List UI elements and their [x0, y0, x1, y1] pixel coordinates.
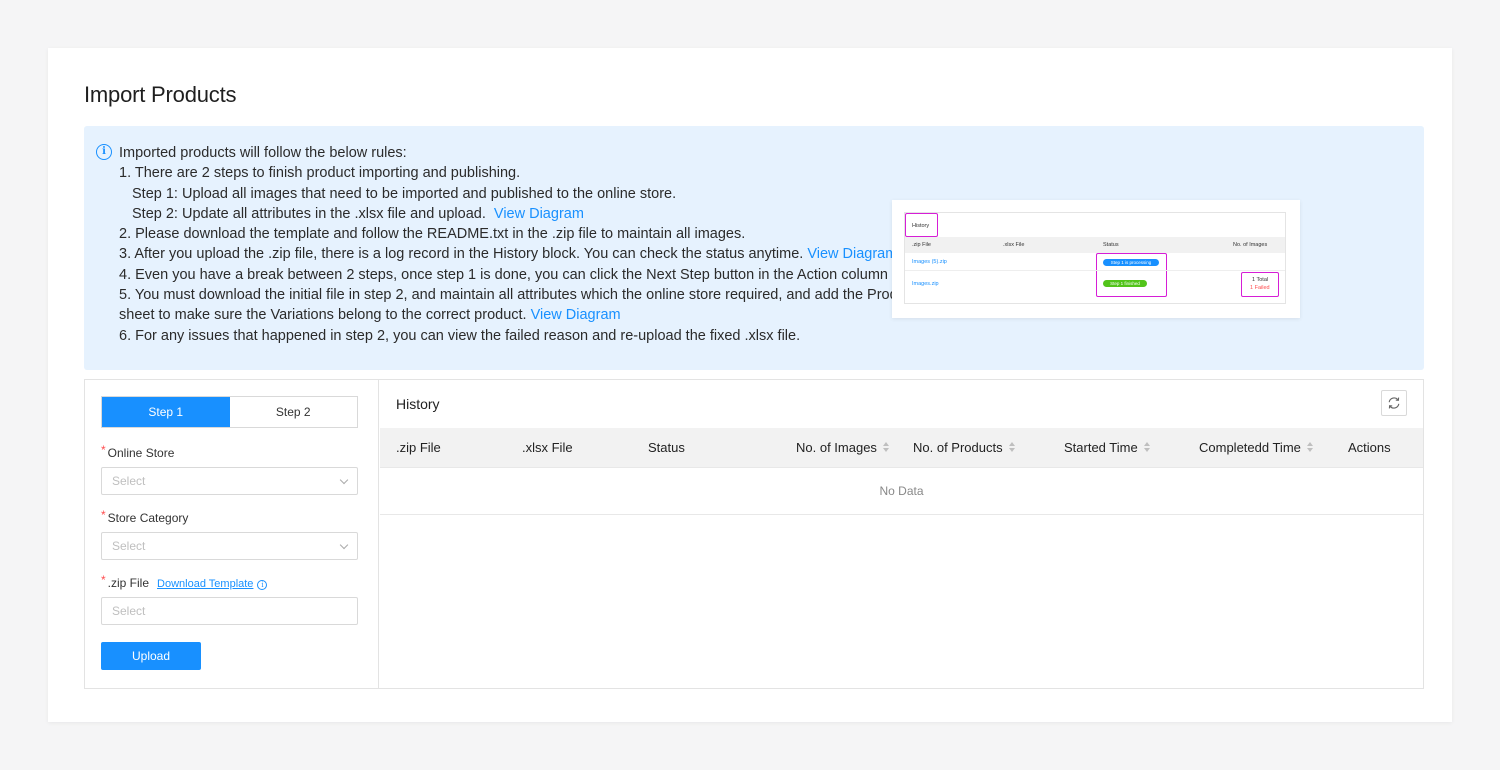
- history-diagram-popover: History .zip File .xlsx File Status No. …: [892, 200, 1300, 318]
- import-rules-notice: i Imported products will follow the belo…: [84, 126, 1424, 370]
- view-diagram-link-1[interactable]: View Diagram: [494, 206, 584, 222]
- diagram-col-images: No. of Images: [1233, 242, 1268, 248]
- col-completed-time[interactable]: Completedd Time: [1199, 440, 1314, 455]
- store-category-select[interactable]: Select: [101, 532, 358, 560]
- rule-4: 4. Even you have a break between 2 steps…: [119, 266, 924, 283]
- required-mark: *: [101, 508, 106, 522]
- info-icon: i: [96, 144, 112, 160]
- upload-button[interactable]: Upload: [101, 642, 201, 670]
- sort-icon[interactable]: [1143, 442, 1151, 453]
- info-icon[interactable]: i: [257, 580, 268, 590]
- online-store-select[interactable]: Select: [101, 467, 358, 495]
- import-panel: Step 1 Step 2 * Online Store Select * Stor…: [84, 379, 1424, 689]
- rule-1: 1. There are 2 steps to finish product i…: [119, 165, 521, 182]
- refresh-icon: [1388, 397, 1400, 409]
- rule-2: 2. Please download the template and foll…: [119, 226, 746, 243]
- page-title: Import Products: [84, 82, 237, 107]
- rule-1-step-2: Step 2: Update all attributes in the .xl…: [132, 205, 584, 222]
- diagram-highlight-history: [905, 213, 938, 237]
- store-category-label: * Store Category: [101, 508, 189, 525]
- diagram-table: History .zip File .xlsx File Status No. …: [904, 212, 1286, 304]
- download-template-link[interactable]: Download Template: [157, 578, 253, 590]
- diagram-row2-file: Images.zip: [912, 281, 939, 287]
- rule-5: 5. You must download the initial file in…: [119, 287, 918, 304]
- zip-file-input[interactable]: Select: [101, 597, 358, 625]
- diagram-col-status: Status: [1103, 242, 1119, 248]
- col-no-of-images[interactable]: No. of Images: [796, 440, 890, 455]
- refresh-button[interactable]: [1381, 390, 1407, 416]
- rule-6: 6. For any issues that happened in step …: [119, 327, 801, 344]
- history-title: History: [396, 396, 440, 412]
- required-mark: *: [101, 443, 106, 457]
- tab-step-2[interactable]: Step 2: [230, 397, 358, 427]
- required-mark: *: [101, 573, 106, 587]
- diagram-row2-status: Step 1 finished: [1103, 280, 1147, 287]
- online-store-label: * Online Store: [101, 443, 175, 460]
- col-status: Status: [648, 440, 685, 455]
- chevron-down-icon: [339, 540, 349, 550]
- history-table-header: .zip File .xlsx File Status No. of Image…: [380, 428, 1423, 468]
- col-actions: Actions: [1348, 440, 1391, 455]
- chevron-down-icon: [339, 475, 349, 485]
- zip-file-label: * .zip File Download Template i: [101, 573, 268, 590]
- rules-intro: Imported products will follow the below …: [119, 145, 407, 161]
- tab-step-1[interactable]: Step 1: [102, 397, 230, 427]
- view-diagram-link-3[interactable]: View Diagram: [531, 307, 621, 323]
- diagram-row1-file: Images (5).zip: [912, 259, 947, 265]
- rule-1-step-1: Step 1: Upload all images that need to b…: [132, 185, 677, 202]
- diagram-col-zip: .zip File: [912, 242, 931, 248]
- upload-form: Step 1 Step 2 * Online Store Select * Stor…: [85, 380, 379, 688]
- empty-state: No Data: [380, 468, 1423, 515]
- diagram-highlight-status: [1096, 253, 1167, 297]
- sort-icon[interactable]: [882, 442, 890, 453]
- diagram-row-divider: [905, 270, 1285, 271]
- rules-list: Imported products will follow the below …: [119, 143, 923, 346]
- diagram-col-xlsx: .xlsx File: [1003, 242, 1025, 248]
- import-products-card: Import Products i Imported products will…: [48, 48, 1452, 722]
- col-no-of-products[interactable]: No. of Products: [913, 440, 1016, 455]
- history-block: History .zip File .xlsx File Status No. …: [380, 380, 1423, 688]
- view-diagram-link-2[interactable]: View Diagram: [807, 246, 897, 262]
- sort-icon[interactable]: [1306, 442, 1314, 453]
- diagram-highlight-images: [1241, 272, 1279, 297]
- rule-3: 3. After you upload the .zip file, there…: [119, 246, 898, 263]
- col-xlsx-file: .xlsx File: [522, 440, 573, 455]
- sort-icon[interactable]: [1008, 442, 1016, 453]
- diagram-header: [905, 237, 1285, 253]
- step-switch: Step 1 Step 2: [101, 396, 358, 428]
- col-zip-file: .zip File: [396, 440, 441, 455]
- rule-5-continued: sheet to make sure the Variations belong…: [119, 307, 621, 324]
- col-started-time[interactable]: Started Time: [1064, 440, 1151, 455]
